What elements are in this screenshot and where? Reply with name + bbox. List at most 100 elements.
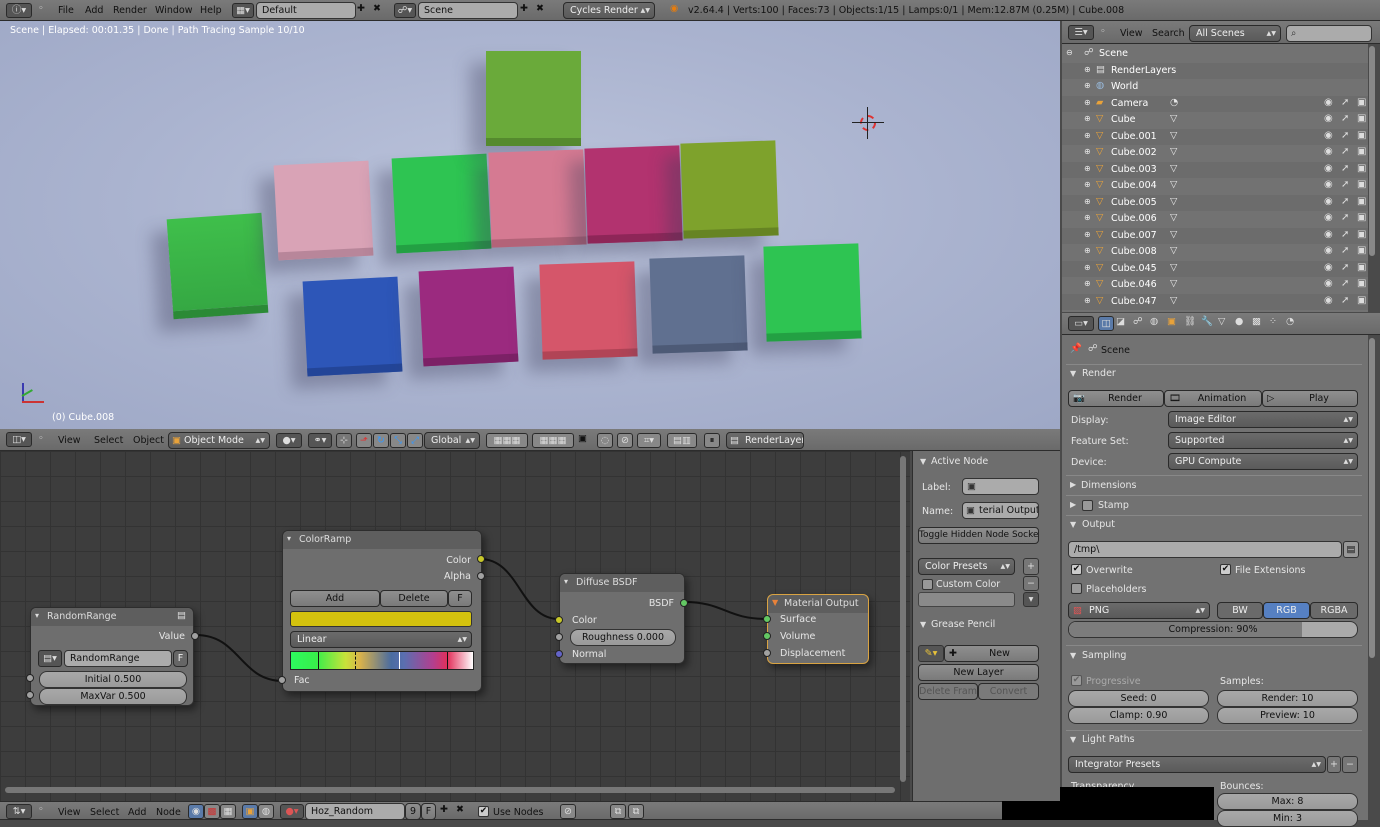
menu-help[interactable]: Help [200, 5, 222, 16]
render-camera-icon[interactable]: ▣ [1357, 262, 1366, 273]
stamp-checkbox[interactable] [1082, 500, 1093, 511]
eye-icon[interactable]: ◉ [1324, 245, 1333, 256]
outliner-row[interactable]: ⊕ ▰ Camera ◉ ➚ ▣ ◔ [1062, 95, 1368, 112]
cursor-icon[interactable]: ➚ [1341, 130, 1349, 141]
add-layout-icon[interactable]: ✚ [357, 3, 365, 14]
texture-tab-icon[interactable]: ▩ [1252, 316, 1261, 327]
play-button[interactable]: ▷ Play [1262, 390, 1358, 407]
copy-nodes-icon[interactable]: ⧉ [610, 804, 626, 819]
value-output-socket[interactable] [191, 632, 199, 640]
node-menu-select[interactable]: Select [90, 807, 119, 818]
roughness-input-socket[interactable] [555, 633, 563, 641]
collapse-node-icon[interactable]: ▾ [564, 577, 568, 586]
expand-toggle-icon[interactable]: ⊕ [1084, 263, 1091, 272]
new-layer-button[interactable]: New Layer [918, 664, 1039, 681]
initial-field[interactable]: Initial 0.500 [39, 671, 187, 688]
ramp-stop-marker[interactable] [355, 652, 356, 669]
expand-toggle-icon[interactable]: ⊕ [1084, 81, 1091, 90]
pin-icon[interactable]: 📌 [1070, 343, 1082, 354]
animation-button[interactable]: 🎞 Animation [1164, 390, 1262, 407]
node-editor-type-icon[interactable]: ⇅▾ [6, 804, 32, 819]
expand-toggle-icon[interactable]: ⊕ [1084, 131, 1091, 140]
cursor-icon[interactable]: ➚ [1341, 278, 1349, 289]
render-layer-field[interactable]: ▤ RenderLayer [726, 432, 804, 449]
render-camera-icon[interactable]: ▣ [1357, 196, 1366, 207]
eye-icon[interactable]: ◉ [1324, 130, 1333, 141]
remove-material-icon[interactable]: ✖ [456, 804, 464, 815]
outliner-row[interactable]: ⊖ ☍ Scene [1062, 46, 1368, 62]
script-fake-user-button[interactable]: F [173, 650, 188, 667]
script-name-field[interactable]: RandomRange [64, 650, 172, 667]
cube-green-left[interactable] [166, 212, 269, 320]
eye-icon[interactable]: ◉ [1324, 278, 1333, 289]
expand-triangle-icon[interactable]: ▼ [1070, 369, 1076, 378]
particles-tab-icon[interactable]: ⁘ [1269, 316, 1277, 327]
new-grease-pencil-button[interactable]: ✚ New [944, 645, 1039, 662]
cube-green-mid[interactable] [391, 153, 492, 254]
layers-grid-2-icon[interactable]: ▦▦▦ [532, 433, 574, 448]
cursor-icon[interactable]: ➚ [1341, 97, 1349, 108]
collapse-node-icon[interactable]: ▾ [35, 611, 39, 620]
expand-triangle-icon[interactable]: ▼ [920, 620, 926, 629]
collapsed-triangle-icon[interactable]: ▶ [1070, 500, 1076, 509]
render-camera-icon[interactable]: ▣ [1357, 179, 1366, 190]
properties-scrollbar[interactable] [1369, 338, 1375, 658]
node-label-input[interactable]: ▣ [962, 478, 1039, 495]
displacement-input-socket[interactable] [763, 649, 771, 657]
shader-nodes-icon[interactable]: ◉ [188, 804, 204, 819]
menu-window[interactable]: Window [155, 5, 192, 16]
node-menu-node[interactable]: Node [156, 807, 181, 818]
render-camera-icon[interactable]: ▣ [1357, 212, 1366, 223]
expand-toggle-icon[interactable]: ⊕ [1084, 164, 1091, 173]
cursor-icon[interactable]: ➚ [1341, 163, 1349, 174]
material-browse-icon[interactable]: ●▾ [280, 804, 304, 819]
expand-toggle-icon[interactable]: ⊕ [1084, 114, 1091, 123]
fac-input-socket[interactable] [278, 676, 286, 684]
roughness-field[interactable]: Roughness 0.000 [570, 629, 676, 646]
data-tab-icon[interactable]: ▽ [1218, 316, 1225, 327]
lock-layers-icon[interactable]: ▣ [578, 433, 587, 444]
snap-icon[interactable]: ⊘ [617, 433, 633, 448]
cursor-icon[interactable]: ➚ [1341, 262, 1349, 273]
file-format-dropdown[interactable]: ▨ PNG ▴▾ [1068, 602, 1210, 619]
expand-toggle-icon[interactable]: ⊕ [1084, 98, 1091, 107]
snap-element-icon[interactable]: ⌗▾ [637, 433, 661, 448]
delete-frame-button[interactable]: Delete Frame [918, 683, 978, 700]
remove-color-preset-icon[interactable]: − [1023, 576, 1039, 591]
outliner-menu-search[interactable]: Search [1152, 28, 1185, 39]
scale-alt-icon[interactable]: ⤢ [407, 433, 423, 448]
color-ramp-gradient[interactable] [290, 651, 474, 670]
cube-magenta-top[interactable] [584, 145, 683, 244]
toggle-hidden-sockets-button[interactable]: Toggle Hidden Node Sockets [918, 527, 1039, 544]
expand-toggle-icon[interactable]: ⊕ [1084, 197, 1091, 206]
pause-render-icon[interactable]: ⏸ [704, 433, 720, 448]
color-ramp-node-header[interactable]: ColorRamp [283, 531, 481, 549]
expand-toggle-icon[interactable]: ⊕ [1084, 180, 1091, 189]
menu-add[interactable]: Add [85, 5, 103, 16]
layers-grid-1-icon[interactable]: ▦▦▦ [486, 433, 528, 448]
expand-toggle-icon[interactable]: ⊕ [1084, 65, 1091, 74]
render-camera-icon[interactable]: ▣ [1357, 295, 1366, 306]
cursor-icon[interactable]: ➚ [1341, 295, 1349, 306]
info-editor-icon[interactable]: ⓘ▾ [6, 3, 32, 18]
viewport-menu-select[interactable]: Select [94, 435, 123, 446]
viewport-shading-icon[interactable]: ●▾ [276, 433, 302, 448]
alpha-output-socket[interactable] [477, 572, 485, 580]
outliner-row[interactable]: ⊕ ▽ Cube.045 ◉ ➚ ▣ ▽ [1062, 260, 1368, 277]
render-layers-tab-icon[interactable]: ◪ [1116, 316, 1125, 327]
cube-green-right[interactable] [763, 243, 862, 342]
collapse-menus-icon[interactable]: ◦ [38, 433, 44, 444]
diffuse-bsdf-node-header[interactable]: Diffuse BSDF [560, 574, 684, 592]
outliner-row[interactable]: ⊕ ▤ RenderLayers [1062, 62, 1368, 79]
material-output-node[interactable]: Material Output ▼ Surface Volume Displac… [763, 594, 869, 664]
bw-toggle[interactable]: BW [1217, 602, 1263, 619]
cube-purple[interactable] [418, 266, 519, 367]
add-color-preset-icon[interactable]: + [1023, 558, 1039, 575]
expand-triangle-icon[interactable]: ▼ [1070, 651, 1076, 660]
compression-slider[interactable]: Compression: 90% [1068, 621, 1358, 638]
preview-samples-field[interactable]: Preview: 10 [1217, 707, 1358, 724]
render-camera-icon[interactable]: ▣ [1357, 245, 1366, 256]
viewport-menu-object[interactable]: Object [133, 435, 164, 446]
eye-icon[interactable]: ◉ [1324, 146, 1333, 157]
random-range-node-header[interactable]: RandomRange [31, 608, 193, 626]
